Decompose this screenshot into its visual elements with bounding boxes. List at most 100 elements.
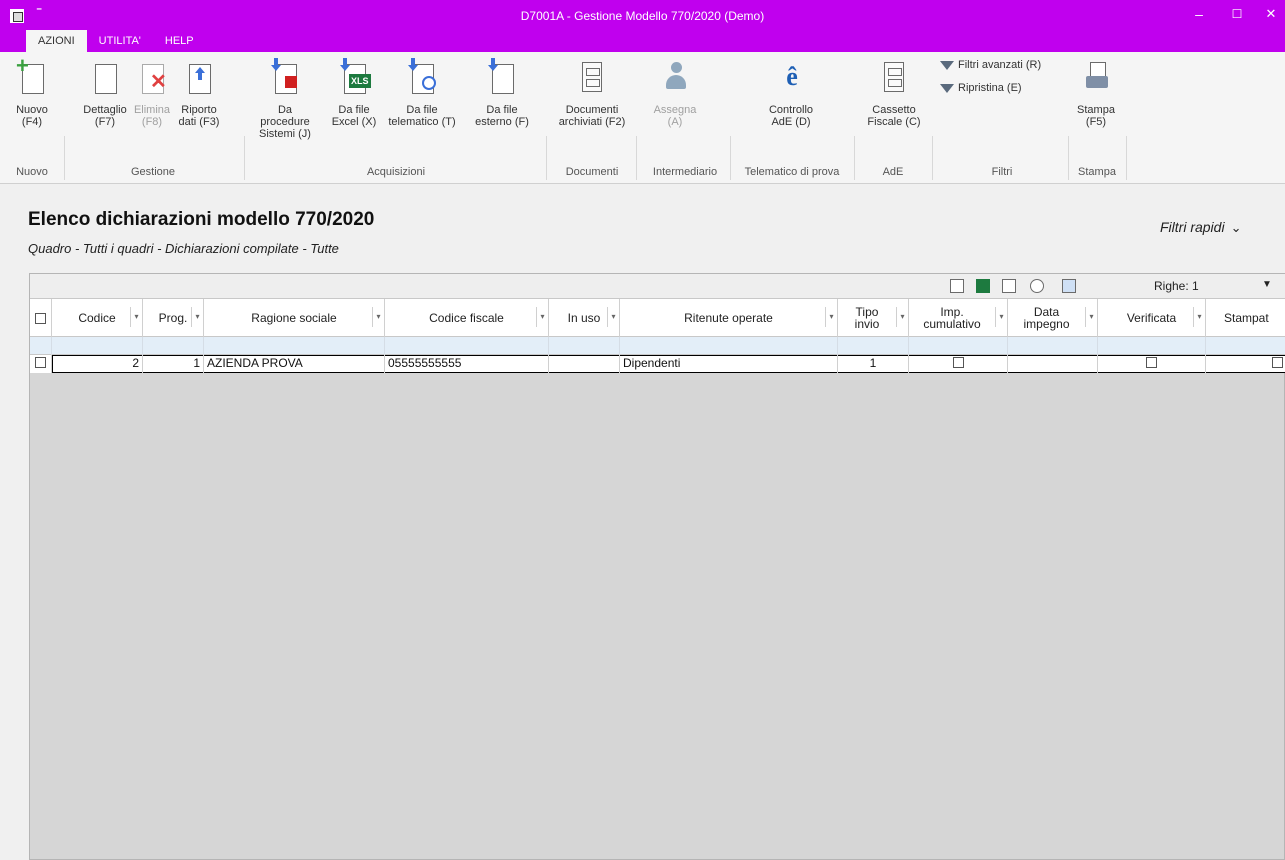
ripristina-button[interactable]: Ripristina (E) bbox=[940, 82, 1022, 94]
column-header-in-uso[interactable]: In uso ▾ bbox=[549, 299, 620, 337]
da-file-excel-button[interactable]: XLS Da file Excel (X) bbox=[326, 58, 382, 128]
stampa-button[interactable]: Stampa (F5) bbox=[1072, 58, 1120, 128]
filtri-avanzati-button[interactable]: Filtri avanzati (R) bbox=[940, 59, 1041, 71]
filter-cell[interactable] bbox=[838, 337, 909, 355]
controllo-ade-button[interactable]: ê Controllo AdE (D) bbox=[760, 58, 822, 128]
minimize-button[interactable]: – bbox=[1184, 4, 1214, 26]
maximize-button[interactable]: ☐ bbox=[1222, 4, 1252, 26]
filter-dropdown-icon[interactable]: ▾ bbox=[191, 307, 203, 327]
cell-stampata[interactable] bbox=[1206, 355, 1285, 373]
grid-layout-icon[interactable] bbox=[1002, 279, 1016, 293]
tab-help[interactable]: HELP bbox=[153, 30, 206, 52]
grid-header: Codice ▾ Prog. ▾ Ragione sociale ▾ Codice f… bbox=[30, 299, 1285, 337]
filter-dropdown-icon[interactable]: ▾ bbox=[372, 307, 384, 327]
export-icon[interactable] bbox=[950, 279, 964, 293]
column-header-ritenute[interactable]: Ritenute operate ▾ bbox=[620, 299, 838, 337]
excel-export-icon[interactable] bbox=[976, 279, 990, 293]
column-header-prog[interactable]: Prog. ▾ bbox=[143, 299, 204, 337]
nuovo-button[interactable]: + Nuovo (F4) bbox=[12, 55, 52, 129]
column-header-stampata[interactable]: Stampat bbox=[1206, 299, 1285, 337]
column-label: Codice fiscale bbox=[429, 311, 504, 325]
column-header-tipo-invio[interactable]: Tipo invio ▾ bbox=[838, 299, 909, 337]
filter-dropdown-icon[interactable]: ▾ bbox=[607, 307, 619, 327]
funnel-reset-icon bbox=[940, 83, 954, 93]
filter-cell[interactable] bbox=[549, 337, 620, 355]
column-header-verificata[interactable]: Verificata ▾ bbox=[1098, 299, 1206, 337]
filter-dropdown-icon[interactable]: ▾ bbox=[995, 307, 1007, 327]
column-header-imp-cumulativo[interactable]: Imp. cumulativo ▾ bbox=[909, 299, 1008, 337]
cell-imp-cumulativo[interactable] bbox=[909, 355, 1008, 373]
page-title: Elenco dichiarazioni modello 770/2020 bbox=[28, 209, 375, 230]
dettaglio-label-2: (F7) bbox=[94, 116, 116, 128]
close-button[interactable]: ✕ bbox=[1258, 4, 1284, 26]
verificata-checkbox[interactable] bbox=[1146, 357, 1157, 369]
ribbon-tabs: AZIONI UTILITA' HELP bbox=[26, 30, 206, 52]
filter-cell[interactable] bbox=[30, 337, 52, 355]
filter-dropdown-icon[interactable]: ▾ bbox=[825, 307, 837, 327]
cell-tipo-invio[interactable]: 1 bbox=[838, 355, 909, 373]
select-all-checkbox-cell bbox=[30, 299, 52, 337]
ribbon-separator bbox=[244, 136, 245, 180]
column-label: Codice bbox=[78, 311, 116, 325]
filtri-rapidi-toggle[interactable]: Filtri rapidi ⌄ bbox=[1160, 219, 1241, 236]
table-row[interactable]: 2 1 AZIENDA PROVA 05555555555 Dipendenti… bbox=[30, 355, 1285, 373]
stampata-checkbox[interactable] bbox=[1272, 357, 1283, 369]
elimina-button[interactable]: ✕ Elimina (F8) bbox=[130, 58, 174, 128]
tab-utilita[interactable]: UTILITA' bbox=[87, 30, 153, 52]
riporto-dati-button[interactable]: Riporto dati (F3) bbox=[175, 58, 223, 128]
filter-cell[interactable] bbox=[1008, 337, 1098, 355]
da-file-telematico-button[interactable]: Da file telematico (T) bbox=[384, 58, 460, 128]
column-header-codice[interactable]: Codice ▾ bbox=[52, 299, 143, 337]
imp-cumulativo-checkbox[interactable] bbox=[952, 357, 964, 369]
filter-cell[interactable] bbox=[909, 337, 1008, 355]
filter-cell[interactable] bbox=[143, 337, 204, 355]
assegna-button[interactable]: Assegna (A) bbox=[645, 58, 705, 128]
title-bar: ⁼ D7001A - Gestione Modello 770/2020 (De… bbox=[0, 0, 1285, 52]
cell-in-uso[interactable] bbox=[549, 355, 620, 373]
declarations-grid: Righe: 1 ▼ Codice ▾ Prog. ▾ Ragione social… bbox=[29, 273, 1285, 860]
filter-dropdown-icon[interactable]: ▾ bbox=[1193, 307, 1205, 327]
column-header-codice-fiscale[interactable]: Codice fiscale ▾ bbox=[385, 299, 549, 337]
row-select-checkbox[interactable] bbox=[35, 357, 46, 369]
filter-cell[interactable] bbox=[1098, 337, 1206, 355]
filter-cell[interactable] bbox=[204, 337, 385, 355]
filter-dropdown-icon[interactable]: ▾ bbox=[536, 307, 548, 327]
cassetto-fiscale-button[interactable]: Cassetto Fiscale (C) bbox=[862, 58, 926, 128]
ripristina-label: Ripristina (E) bbox=[958, 82, 1022, 94]
column-header-data-impegno[interactable]: Data impegno ▾ bbox=[1008, 299, 1098, 337]
da-procedure-button[interactable]: Da procedure Sistemi (J) bbox=[252, 58, 318, 140]
grid-filter-row[interactable] bbox=[30, 337, 1285, 355]
cell-verificata[interactable] bbox=[1098, 355, 1206, 373]
filter-cell[interactable] bbox=[385, 337, 549, 355]
cell-codice-fiscale[interactable]: 05555555555 bbox=[385, 355, 549, 373]
filter-cell[interactable] bbox=[620, 337, 838, 355]
search-icon[interactable] bbox=[1030, 279, 1044, 293]
column-header-ragione-sociale[interactable]: Ragione sociale ▾ bbox=[204, 299, 385, 337]
dettaglio-button[interactable]: Dettaglio (F7) bbox=[80, 58, 130, 128]
cell-prog[interactable]: 1 bbox=[143, 355, 204, 373]
cell-codice[interactable]: 2 bbox=[52, 355, 143, 373]
cell-ritenute[interactable]: Dipendenti bbox=[620, 355, 838, 373]
filter-dropdown-icon[interactable]: ▾ bbox=[896, 307, 908, 327]
cell-ragione-sociale[interactable]: AZIENDA PROVA bbox=[204, 355, 385, 373]
documenti-archiviati-button[interactable]: Documenti archiviati (F2) bbox=[552, 58, 632, 128]
ribbon-separator bbox=[730, 136, 731, 180]
filter-dropdown-icon[interactable]: ▾ bbox=[130, 307, 142, 327]
cell-data-impegno[interactable] bbox=[1008, 355, 1098, 373]
nuovo-label-2: (F4) bbox=[21, 116, 43, 128]
tab-azioni[interactable]: AZIONI bbox=[26, 30, 87, 52]
new-document-icon: + bbox=[14, 55, 50, 98]
ribbon-separator bbox=[64, 136, 65, 180]
grid-toolbar: Righe: 1 ▼ bbox=[30, 274, 1285, 299]
da-procedure-label-1: Da procedure bbox=[260, 104, 310, 128]
ribbon-separator bbox=[854, 136, 855, 180]
filter-cell[interactable] bbox=[52, 337, 143, 355]
select-all-checkbox[interactable] bbox=[35, 312, 46, 324]
filter-dropdown-icon[interactable]: ▾ bbox=[1085, 307, 1097, 327]
columns-icon[interactable] bbox=[1062, 279, 1076, 293]
da-file-esterno-button[interactable]: Da file esterno (F) bbox=[464, 58, 540, 128]
import-excel-icon: XLS bbox=[336, 58, 372, 98]
righe-dropdown-icon[interactable]: ▼ bbox=[1262, 279, 1272, 290]
cassetto-label-2: Fiscale (C) bbox=[867, 116, 921, 128]
da-procedure-label-2: Sistemi (J) bbox=[259, 128, 311, 140]
